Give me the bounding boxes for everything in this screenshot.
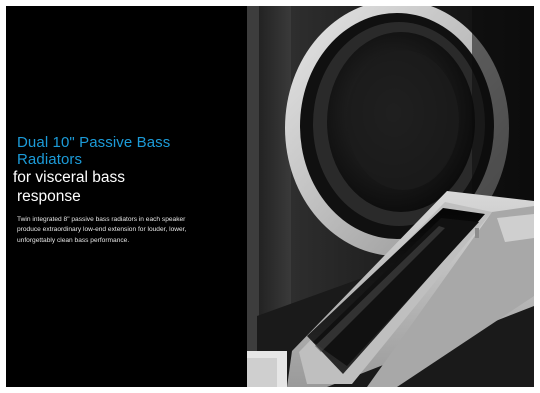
speaker-illustration (247, 6, 534, 387)
feature-copy: Dual 10" Passive Bass Radiators for visc… (13, 134, 227, 246)
feature-panel: Dual 10" Passive Bass Radiators for visc… (6, 6, 534, 387)
heading-accent-line-2: Radiators (17, 151, 83, 168)
heading-main-line-1: for visceral bass (13, 169, 125, 186)
heading-accent-line-1: Dual 10" Passive Bass (17, 134, 171, 151)
feature-heading-main: for visceral bass response (13, 168, 227, 206)
feature-description: Twin integrated 8" passive bass radiator… (17, 216, 187, 244)
heading-main-line-2: response (17, 188, 81, 205)
speaker-bass-radiator-image (247, 6, 534, 387)
feature-heading-accent: Dual 10" Passive Bass Radiators (17, 134, 227, 168)
